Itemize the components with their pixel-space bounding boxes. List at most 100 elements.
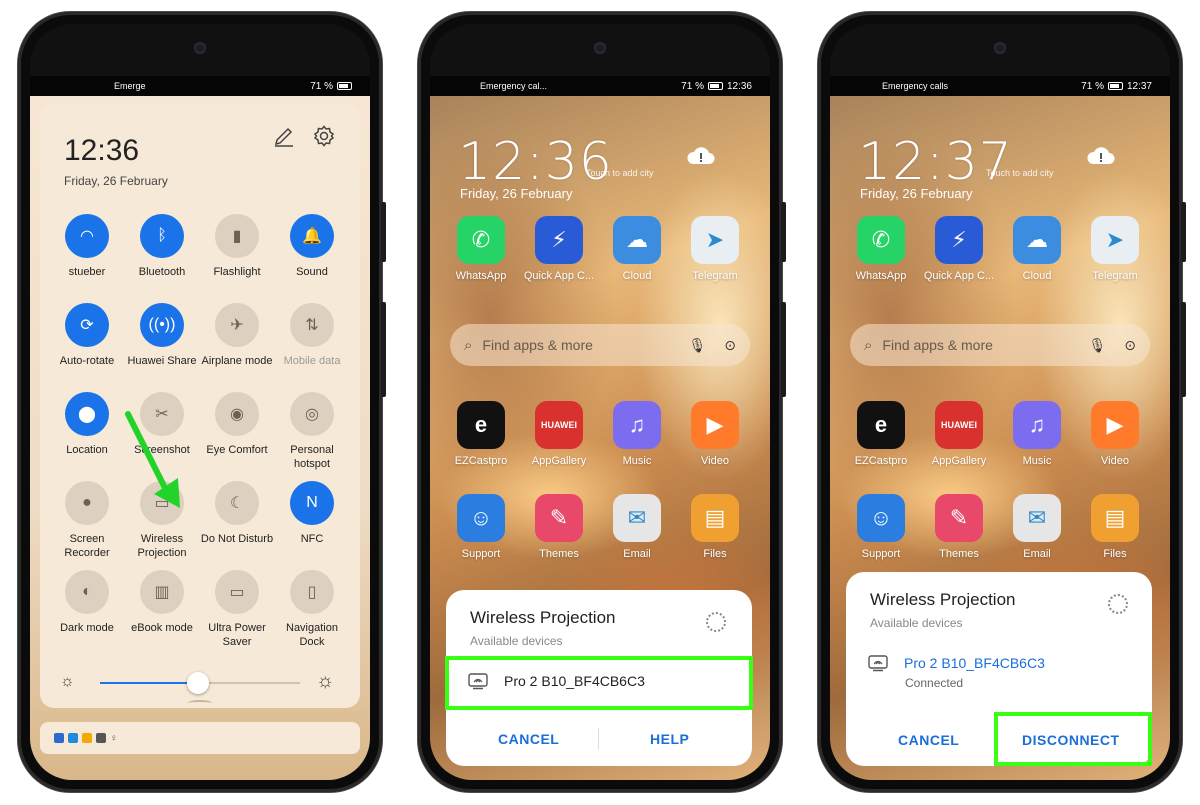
tile-ebook-mode[interactable]: ▥ eBook mode [122, 570, 202, 635]
tile-mobile-data[interactable]: ⇅ Mobile data [272, 303, 352, 368]
dock-icon: ▯ [290, 570, 334, 614]
tile-bluetooth[interactable]: ᛒ Bluetooth [122, 214, 202, 279]
scan-icon[interactable]: ⊙ [1124, 337, 1136, 354]
battery-icon [337, 82, 352, 90]
book-icon: ▥ [140, 570, 184, 614]
app-label: Themes [539, 548, 579, 560]
brightness-knob[interactable] [187, 672, 209, 694]
status-battery-text: 71 % [1081, 80, 1104, 92]
date: Friday, 26 February [64, 174, 168, 188]
app-files[interactable]: ▤ Files [677, 494, 753, 560]
brightness-slider[interactable] [100, 672, 300, 694]
app-label: Themes [939, 548, 979, 560]
status-carrier-text: Emerge [114, 81, 146, 91]
front-camera [994, 42, 1006, 54]
app-cloud[interactable]: ☁ Cloud [999, 216, 1075, 282]
tile-navigation-dock[interactable]: ▯ Navigation Dock [272, 570, 352, 649]
tile-sound[interactable]: 🔔 Sound [272, 214, 352, 279]
app-music[interactable]: ♫ Music [599, 401, 675, 467]
pencil-icon[interactable] [272, 124, 296, 148]
tile-eye-comfort[interactable]: ◉ Eye Comfort [197, 392, 277, 457]
tile-location[interactable]: ⬤ Location [47, 392, 127, 457]
app-label: Cloud [622, 270, 652, 282]
battery-icon [1107, 82, 1123, 90]
app-label: Email [623, 548, 651, 560]
music-icon: ♫ [613, 401, 661, 449]
app-appgallery[interactable]: HUAWEI AppGallery [921, 401, 997, 467]
quick-app-icon: ⚡ [935, 216, 983, 264]
brightness-fill [100, 682, 198, 684]
phone-projection-connected: Emergency calls 71 % 12:37 12:37 Touch to… [818, 12, 1186, 792]
device-item[interactable]: Pro 2 B10_BF4CB6C3 [868, 654, 1045, 672]
app-ezcastpro[interactable]: e EZCastpro [843, 401, 919, 467]
scan-icon[interactable]: ⊙ [724, 337, 736, 354]
microphone-icon[interactable]: 🎙 [1088, 337, 1106, 354]
status-battery-text: 71 % [681, 80, 704, 92]
app-support[interactable]: ☺ Support [843, 494, 919, 560]
battery-icon [707, 82, 723, 90]
app-quick-app-c[interactable]: ⚡ Quick App C... [521, 216, 597, 282]
tile-personal-hotspot[interactable]: ◎ Personal hotspot [272, 392, 352, 471]
tile-stueber[interactable]: ◠ stueber [47, 214, 127, 279]
status-battery-text: 71 % [310, 80, 333, 92]
cloud-weather-icon[interactable] [1086, 146, 1116, 166]
cloud-weather-icon[interactable] [686, 146, 716, 166]
search-bar[interactable]: ⌕ Find apps & more 🎙 ⊙ [850, 324, 1150, 366]
tile-airplane-mode[interactable]: ✈ Airplane mode [197, 303, 277, 368]
tile-label: Screen Recorder [64, 533, 110, 559]
cancel-button[interactable]: CANCEL [898, 732, 959, 748]
app-ezcastpro[interactable]: e EZCastpro [443, 401, 519, 467]
app-label: EZCastpro [854, 455, 908, 467]
app-music[interactable]: ♫ Music [999, 401, 1075, 467]
collapse-handle[interactable] [188, 700, 212, 706]
tile-auto-rotate[interactable]: ⟳ Auto-rotate [47, 303, 127, 368]
hotspot-icon: ◎ [290, 392, 334, 436]
tile-screen-recorder[interactable]: ● Screen Recorder [47, 481, 127, 560]
search-icon: ⌕ [464, 336, 473, 354]
tile-dark-mode[interactable]: ◐ Dark mode [47, 570, 127, 635]
app-telegram[interactable]: ➤ Telegram [677, 216, 753, 282]
app-files[interactable]: ▤ Files [1077, 494, 1153, 560]
tile-huawei-share[interactable]: ((•)) Huawei Share [122, 303, 202, 368]
power-button [1181, 302, 1186, 397]
loading-spinner-icon [1108, 594, 1128, 614]
tile-flashlight[interactable]: ▮ Flashlight [197, 214, 277, 279]
app-appgallery[interactable]: HUAWEI AppGallery [521, 401, 597, 467]
app-label: Support [861, 548, 901, 560]
cloud-icon: ☁ [613, 216, 661, 264]
mobile-data-icon: ⇅ [290, 303, 334, 347]
app-cloud[interactable]: ☁ Cloud [599, 216, 675, 282]
app-quick-app-c[interactable]: ⚡ Quick App C... [921, 216, 997, 282]
app-label: Telegram [692, 270, 738, 282]
app-themes[interactable]: ✎ Themes [521, 494, 597, 560]
app-whatsapp[interactable]: ✆ WhatsApp [443, 216, 519, 282]
cancel-button[interactable]: CANCEL [498, 731, 559, 747]
front-camera [594, 42, 606, 54]
app-whatsapp[interactable]: ✆ WhatsApp [843, 216, 919, 282]
email-icon: ✉ [613, 494, 661, 542]
tile-do-not-disturb[interactable]: ☾ Do Not Disturb [197, 481, 277, 546]
city-hint[interactable]: Touch to add city [986, 168, 1054, 178]
tile-nfc[interactable]: N NFC [272, 481, 352, 546]
app-video[interactable]: ▶ Video [1077, 401, 1153, 467]
app-support[interactable]: ☺ Support [443, 494, 519, 560]
status-time: 12:36 [726, 80, 752, 92]
app-label: Quick App C... [523, 270, 595, 282]
city-hint[interactable]: Touch to add city [586, 168, 654, 178]
tile-label: Auto-rotate [59, 355, 115, 367]
notif-icon [96, 733, 106, 743]
notification-strip[interactable]: ♀ [40, 722, 360, 754]
gear-icon[interactable] [312, 124, 336, 148]
app-email[interactable]: ✉ Email [999, 494, 1075, 560]
app-label: Video [701, 455, 729, 467]
app-themes[interactable]: ✎ Themes [921, 494, 997, 560]
tile-label: Mobile data [283, 355, 341, 367]
app-email[interactable]: ✉ Email [599, 494, 675, 560]
help-button[interactable]: HELP [650, 731, 689, 747]
tile-label: Personal hotspot [290, 444, 334, 470]
tile-ultra-power-saver[interactable]: ▭ Ultra Power Saver [197, 570, 277, 649]
search-bar[interactable]: ⌕ Find apps & more 🎙 ⊙ [450, 324, 750, 366]
app-telegram[interactable]: ➤ Telegram [1077, 216, 1153, 282]
microphone-icon[interactable]: 🎙 [688, 337, 706, 354]
app-video[interactable]: ▶ Video [677, 401, 753, 467]
